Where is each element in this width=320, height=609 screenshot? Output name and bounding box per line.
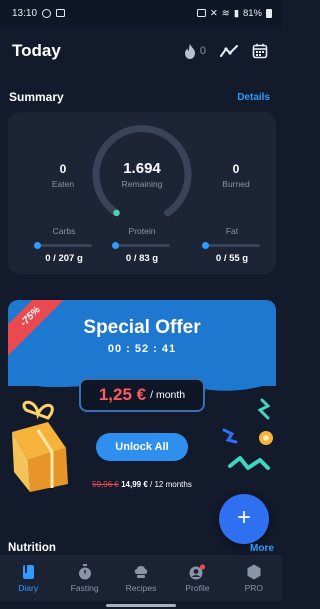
offer-title: Special Offer [83, 317, 201, 338]
eaten-value: 0 [59, 162, 67, 176]
old-price: 59,96 € [92, 480, 119, 489]
burned-label: Burned [222, 179, 250, 189]
tab-label: Diary [18, 583, 39, 593]
tab-label: PRO [244, 583, 264, 593]
gallery-icon [56, 9, 66, 17]
details-link[interactable]: Details [237, 92, 270, 103]
eaten-label: Eaten [51, 179, 75, 189]
macro-label: Carbs [52, 226, 76, 236]
remaining-value: 1.694 [123, 160, 161, 177]
remaining-label: Remaining [121, 179, 163, 189]
macro-label: Fat [225, 226, 239, 236]
summary-title: Summary [9, 90, 64, 104]
status-time: 13:10 [12, 7, 38, 19]
battery-percent: 81% [242, 7, 262, 19]
macro-value: 0 / 207 g [45, 253, 83, 264]
home-indicator [106, 604, 176, 607]
tab-profile[interactable]: Profile [169, 555, 225, 601]
macro-value: 0 / 55 g [215, 253, 249, 264]
flame-icon [184, 43, 195, 59]
streak-count: 0 [199, 45, 206, 57]
pro-badge-icon [247, 564, 261, 579]
whatsapp-icon [42, 8, 52, 18]
macro-carbs: Carbs 0 / 207 g [30, 226, 98, 264]
price-period: / 12 months [150, 480, 192, 489]
offer-price-unit: / month [150, 389, 186, 401]
macro-label: Protein [128, 226, 156, 236]
diary-icon [22, 564, 34, 579]
tab-pro[interactable]: PRO [226, 555, 282, 601]
burned-stat: 0 Burned [206, 162, 266, 189]
stopwatch-icon [78, 563, 91, 579]
chef-hat-icon [134, 565, 148, 578]
nutrition-title: Nutrition [8, 542, 56, 554]
calendar-icon[interactable] [252, 43, 268, 59]
gift-box-illustration [12, 400, 68, 492]
ring-progress-dot [113, 209, 120, 217]
offer-annual-price: 59,96 € 14,99 € / 12 months [8, 480, 276, 489]
burned-value: 0 [232, 162, 240, 176]
profile-icon [189, 563, 206, 579]
app-header: Today 0 [0, 26, 282, 76]
page-title: Today [12, 41, 61, 60]
tab-fasting[interactable]: Fasting [56, 555, 112, 601]
summary-card[interactable]: 0 Eaten 1.694 Remaining 0 Burned Carbs 0… [8, 112, 276, 274]
macro-progress-bar [34, 242, 92, 249]
cast-icon [196, 9, 206, 17]
new-price: 14,99 € [121, 480, 148, 489]
add-entry-button[interactable]: + [219, 494, 269, 544]
eaten-stat: 0 Eaten [33, 162, 93, 189]
macro-fat: Fat 0 / 55 g [198, 226, 266, 264]
summary-header: Summary Details [9, 90, 270, 104]
unlock-all-button[interactable]: Unlock All [96, 433, 188, 461]
status-bar: 13:10 ✕ ≋ ▮ 81% [0, 0, 282, 26]
tab-label: Profile [185, 583, 210, 593]
notification-dot [200, 563, 206, 570]
tab-label: Fasting [70, 583, 99, 593]
bottom-tab-bar: Diary Fasting Recipes Profile PRO [0, 555, 282, 601]
nutrition-more-link[interactable]: More [250, 543, 274, 554]
tab-recipes[interactable]: Recipes [113, 555, 169, 601]
macro-value: 0 / 83 g [125, 253, 159, 264]
tab-label: Recipes [125, 583, 157, 593]
streak-indicator[interactable]: 0 [184, 43, 206, 59]
wifi-icon: ≋ [221, 7, 230, 19]
macro-protein: Protein 0 / 83 g [108, 226, 176, 264]
tab-diary[interactable]: Diary [0, 555, 56, 601]
offer-price: 1,25 € [98, 385, 147, 404]
remaining-stat: 1.694 Remaining [112, 160, 172, 189]
trend-chart-icon[interactable] [220, 44, 238, 58]
offer-countdown: 00 : 52 : 41 [107, 343, 177, 355]
macro-progress-bar [202, 242, 260, 249]
price-box: 1,25 € / month [79, 378, 205, 412]
signal-icon: ▮ [233, 7, 239, 19]
macro-progress-bar [112, 242, 170, 249]
battery-icon [266, 8, 272, 18]
mute-icon: ✕ [209, 7, 218, 19]
